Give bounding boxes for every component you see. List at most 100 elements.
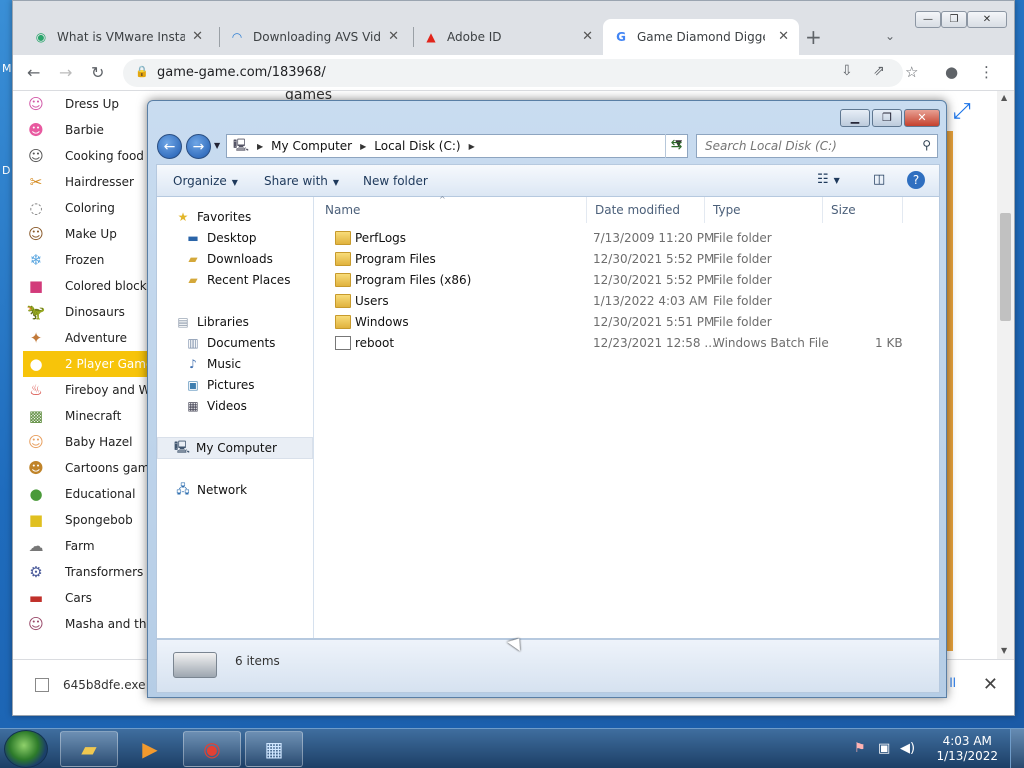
nav-downloads[interactable]: ▰ Downloads — [185, 251, 273, 267]
close-tab-icon[interactable]: ✕ — [582, 29, 593, 44]
close-tab-icon[interactable]: ✕ — [388, 29, 399, 44]
restore-icon[interactable]: ❐ — [941, 11, 967, 28]
refresh-icon[interactable]: ⇆ — [665, 134, 687, 158]
search-icon[interactable]: ⚲ — [922, 138, 931, 152]
page-scrollbar[interactable]: ▲ ▼ — [997, 91, 1014, 659]
breadcrumb-chevron-icon[interactable]: ▶ — [360, 142, 366, 151]
recent-pages-chevron-icon[interactable]: ▼ — [214, 141, 220, 150]
close-tab-icon[interactable]: ✕ — [778, 29, 789, 44]
reload-icon[interactable]: ↻ — [91, 63, 104, 82]
scroll-up-icon[interactable]: ▲ — [1001, 93, 1007, 102]
minimize-icon[interactable]: — — [915, 11, 941, 28]
category-label: Barbie — [65, 123, 104, 137]
desktop-icon-label-fragment: D — [2, 164, 11, 177]
clock[interactable]: 4:03 AM 1/13/2022 — [936, 734, 998, 764]
nav-music[interactable]: ♪ Music — [185, 356, 241, 372]
category-label: Make Up — [65, 227, 117, 241]
tab-diamond-digger[interactable]: G Game Diamond Digger ✕ — [603, 19, 799, 55]
fullscreen-icon[interactable]: ⤢ — [953, 99, 971, 124]
nav-videos[interactable]: ▦ Videos — [185, 398, 247, 414]
taskbar-chrome[interactable]: ◉ — [183, 731, 241, 767]
show-all-button[interactable]: ll — [949, 676, 956, 690]
breadcrumb-chevron-icon[interactable]: ▶ — [469, 142, 475, 151]
back-icon[interactable]: ← — [157, 134, 182, 159]
file-type: File folder — [713, 273, 772, 287]
file-row[interactable]: Windows 12/30/2021 5:51 PM File folder — [315, 312, 915, 333]
browser-toolbar: ← → ↻ 🔒 game-game.com/183968/ ⇩ ⇗ ☆ ● ⋮ — [13, 55, 1014, 91]
taskbar-explorer[interactable]: ▰ — [60, 731, 118, 767]
taskbar-control-panel[interactable]: ▦ — [245, 731, 303, 767]
file-row[interactable]: Users 1/13/2022 4:03 AM File folder — [315, 291, 915, 312]
taskbar-media-player[interactable]: ▶ — [121, 731, 179, 767]
help-icon[interactable]: ? — [907, 171, 925, 189]
breadcrumb-chevron-icon[interactable]: ▶ — [257, 142, 263, 151]
bookmark-star-icon[interactable]: ☆ — [905, 63, 918, 81]
nav-recent-places[interactable]: ▰ Recent Places — [185, 272, 290, 288]
share-with-button[interactable]: Share with ▼ — [264, 174, 339, 188]
category-label: Fireboy and Wa — [65, 383, 158, 397]
column-header-date[interactable]: Date modified — [587, 197, 705, 223]
breadcrumb-my-computer[interactable]: My Computer — [271, 139, 352, 153]
scroll-down-icon[interactable]: ▼ — [1001, 646, 1007, 655]
tab-vmware[interactable]: ◉ What is VMware Instant ✕ — [23, 19, 213, 55]
category-thumbnail-icon: ▩ — [28, 407, 44, 425]
desktop-icon: ▬ — [187, 231, 199, 245]
file-row[interactable]: reboot 12/23/2021 12:58 ... Windows Batch … — [315, 333, 915, 354]
file-row[interactable]: Program Files (x86) 12/30/2021 5:52 PM Fil… — [315, 270, 915, 291]
forward-icon[interactable]: → — [59, 63, 72, 82]
file-row[interactable]: PerfLogs 7/13/2009 11:20 PM File folder — [315, 228, 915, 249]
install-app-icon[interactable]: ⇩ — [841, 63, 853, 79]
action-center-icon[interactable]: ⚑ — [854, 741, 866, 756]
nav-libraries[interactable]: ▤ Libraries — [175, 314, 249, 330]
category-thumbnail-icon: ☺ — [28, 615, 44, 633]
search-box[interactable]: ⚲ — [696, 134, 938, 158]
tab-title: Adobe ID — [447, 30, 502, 44]
nav-favorites[interactable]: ★ Favorites — [175, 209, 252, 225]
maximize-icon[interactable]: ❐ — [872, 109, 902, 127]
download-item[interactable]: 645b8dfe.exe — [35, 678, 145, 692]
dropdown-arrow-icon: ▼ — [332, 178, 340, 187]
search-input[interactable] — [697, 135, 907, 157]
taskbar: ▰ ▶ ◉ ▦ ⚑ ▣ ◀) 4:03 AM 1/13/2022 — [0, 728, 1024, 768]
breadcrumb-local-disk[interactable]: Local Disk (C:) — [374, 139, 460, 153]
volume-icon[interactable]: ◀) — [900, 741, 915, 756]
start-button[interactable] — [4, 730, 48, 768]
column-header-type[interactable]: Type — [705, 197, 823, 223]
tab-strip: ◉ What is VMware Instant ✕ ◠ Downloading… — [13, 1, 1014, 55]
organize-button[interactable]: Organize ▼ — [173, 174, 238, 188]
minimize-icon[interactable]: ▁ — [840, 109, 870, 127]
profile-avatar-icon[interactable]: ● — [945, 63, 958, 81]
preview-pane-icon[interactable]: ◫ — [873, 172, 885, 187]
back-icon[interactable]: ← — [27, 63, 40, 82]
scrollbar-thumb[interactable] — [1000, 213, 1011, 321]
close-download-bar-icon[interactable]: ✕ — [983, 674, 998, 695]
show-desktop-button[interactable] — [1010, 729, 1024, 768]
category-label: Spongebob — [65, 513, 133, 527]
column-header-name[interactable]: Name ^ — [315, 195, 587, 223]
column-header-size[interactable]: Size — [823, 197, 903, 223]
file-row[interactable]: Program Files 12/30/2021 5:52 PM File fold… — [315, 249, 915, 270]
menu-kebab-icon[interactable]: ⋮ — [979, 63, 994, 81]
nav-desktop[interactable]: ▬ Desktop — [185, 230, 256, 246]
tab-avs[interactable]: ◠ Downloading AVS Video ✕ — [219, 19, 409, 55]
file-name: reboot — [355, 336, 395, 350]
category-thumbnail-icon: ■ — [28, 277, 44, 295]
address-bar[interactable]: 🖳 ▶ My Computer ▶ Local Disk (C:) ▶ ▼ — [226, 134, 688, 158]
close-window-icon[interactable]: ✕ — [904, 109, 940, 127]
new-folder-button[interactable]: New folder — [363, 174, 428, 188]
nav-my-computer[interactable]: 🖳 My Computer — [157, 437, 313, 459]
new-tab-icon[interactable]: + — [805, 25, 822, 49]
address-bar[interactable]: 🔒 game-game.com/183968/ — [123, 59, 903, 87]
nav-network[interactable]: 🖧 Network — [175, 482, 247, 498]
close-window-icon[interactable]: ✕ — [967, 11, 1007, 28]
change-view-icon[interactable]: ☷ ▼ — [817, 172, 840, 187]
category-label: Colored blocks — [65, 279, 153, 293]
tab-adobe[interactable]: ▲ Adobe ID ✕ — [413, 19, 603, 55]
forward-icon[interactable]: → — [186, 134, 211, 159]
nav-pictures[interactable]: ▣ Pictures — [185, 377, 254, 393]
share-icon[interactable]: ⇗ — [873, 63, 885, 79]
close-tab-icon[interactable]: ✕ — [192, 29, 203, 44]
nav-documents[interactable]: ▥ Documents — [185, 335, 275, 351]
tab-search-chevron-icon[interactable]: ⌄ — [885, 29, 895, 43]
network-status-icon[interactable]: ▣ — [878, 741, 890, 756]
